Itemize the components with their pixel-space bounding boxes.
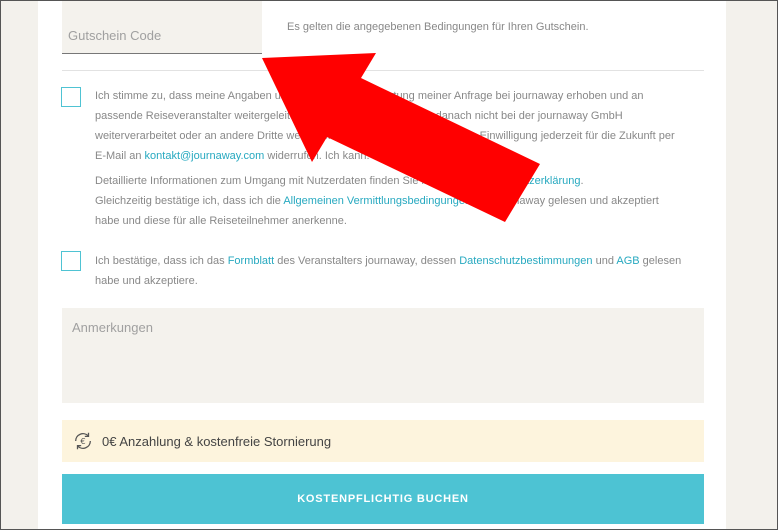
confirm-line: habe und akzeptiere. xyxy=(95,275,198,287)
email-link[interactable]: kontakt@journaway.com xyxy=(145,150,265,162)
data-protection-link[interactable]: Datenschutzbestimmungen xyxy=(459,255,592,267)
info-line: habe und diese für alle Reiseteilnehmer … xyxy=(95,215,347,227)
privacy-info-text: Detaillierte Informationen zum Umgang mi… xyxy=(95,171,659,231)
info-line: Detaillierte Informationen zum Umgang mi… xyxy=(95,175,584,187)
terms-link[interactable]: Allgemeinen Vermittlungsbedingungen xyxy=(283,195,471,207)
divider xyxy=(62,70,704,71)
euro-refresh-icon: € xyxy=(75,432,91,450)
consent-line: Ich stimme zu, dass meine Angaben und Da… xyxy=(95,90,644,102)
promo-banner: € 0€ Anzahlung & kostenfreie Stornierung xyxy=(62,420,704,462)
privacy-policy-link[interactable]: Datenschutzerklärung xyxy=(473,175,580,187)
privacy-consent-checkbox[interactable] xyxy=(61,87,81,107)
info-line: Gleichzeitig bestätige ich, dass ich die… xyxy=(95,195,659,207)
terms-confirm-text: Ich bestätige, dass ich das Formblatt de… xyxy=(95,251,681,291)
voucher-code-input[interactable] xyxy=(62,0,262,54)
svg-text:€: € xyxy=(80,436,85,446)
promo-text: 0€ Anzahlung & kostenfreie Stornierung xyxy=(102,433,332,449)
voucher-note: Es gelten die angegebenen Bedingungen fü… xyxy=(287,21,589,33)
consent-line: passende Reiseveranstalter weitergeleite… xyxy=(95,110,623,122)
agb-link[interactable]: AGB xyxy=(616,255,639,267)
consent-line: weiterverarbeitet oder an andere Dritte … xyxy=(95,130,675,142)
form-sheet-link[interactable]: Formblatt xyxy=(228,255,274,267)
remarks-textarea[interactable] xyxy=(62,308,704,403)
confirm-line: Ich bestätige, dass ich das Formblatt de… xyxy=(95,255,682,267)
privacy-consent-text: Ich stimme zu, dass meine Angaben und Da… xyxy=(95,86,675,166)
consent-line: E-Mail an kontakt@journaway.com widerruf… xyxy=(95,150,370,162)
terms-confirm-checkbox[interactable] xyxy=(61,251,81,271)
book-button[interactable]: KOSTENPFLICHTIG BUCHEN xyxy=(62,474,704,524)
